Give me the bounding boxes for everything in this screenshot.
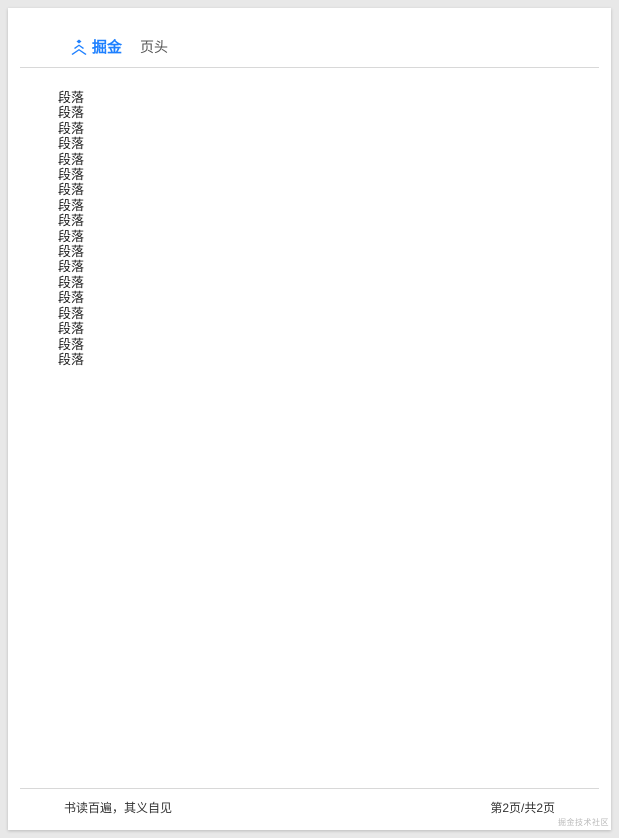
paragraph: 段落 (58, 229, 561, 244)
watermark-text: 掘金技术社区 (558, 817, 609, 828)
paragraph: 段落 (58, 90, 561, 105)
paragraph: 段落 (58, 213, 561, 228)
paragraph: 段落 (58, 259, 561, 274)
paragraph: 段落 (58, 244, 561, 259)
paragraph: 段落 (58, 306, 561, 321)
paragraph: 段落 (58, 290, 561, 305)
paragraph: 段落 (58, 167, 561, 182)
paragraph: 段落 (58, 321, 561, 336)
page-header: 掘金 页头 (20, 8, 599, 68)
page-content: 段落段落段落段落段落段落段落段落段落段落段落段落段落段落段落段落段落段落 (8, 68, 611, 788)
document-page: 掘金 页头 段落段落段落段落段落段落段落段落段落段落段落段落段落段落段落段落段落… (8, 8, 611, 830)
juejin-logo-icon (70, 38, 88, 56)
paragraph: 段落 (58, 136, 561, 151)
paragraph: 段落 (58, 121, 561, 136)
paragraph: 段落 (58, 198, 561, 213)
page-footer: 书读百遍，其义自见 第2页/共2页 (20, 788, 599, 830)
paragraph: 段落 (58, 275, 561, 290)
brand-name: 掘金 (92, 36, 122, 57)
paragraph: 段落 (58, 105, 561, 120)
brand-logo: 掘金 (70, 36, 122, 57)
paragraph: 段落 (58, 152, 561, 167)
header-title: 页头 (140, 37, 168, 57)
paragraph: 段落 (58, 182, 561, 197)
paragraph: 段落 (58, 337, 561, 352)
page-number: 第2页/共2页 (490, 799, 555, 816)
footer-quote: 书读百遍，其义自见 (64, 799, 172, 816)
paragraph: 段落 (58, 352, 561, 367)
